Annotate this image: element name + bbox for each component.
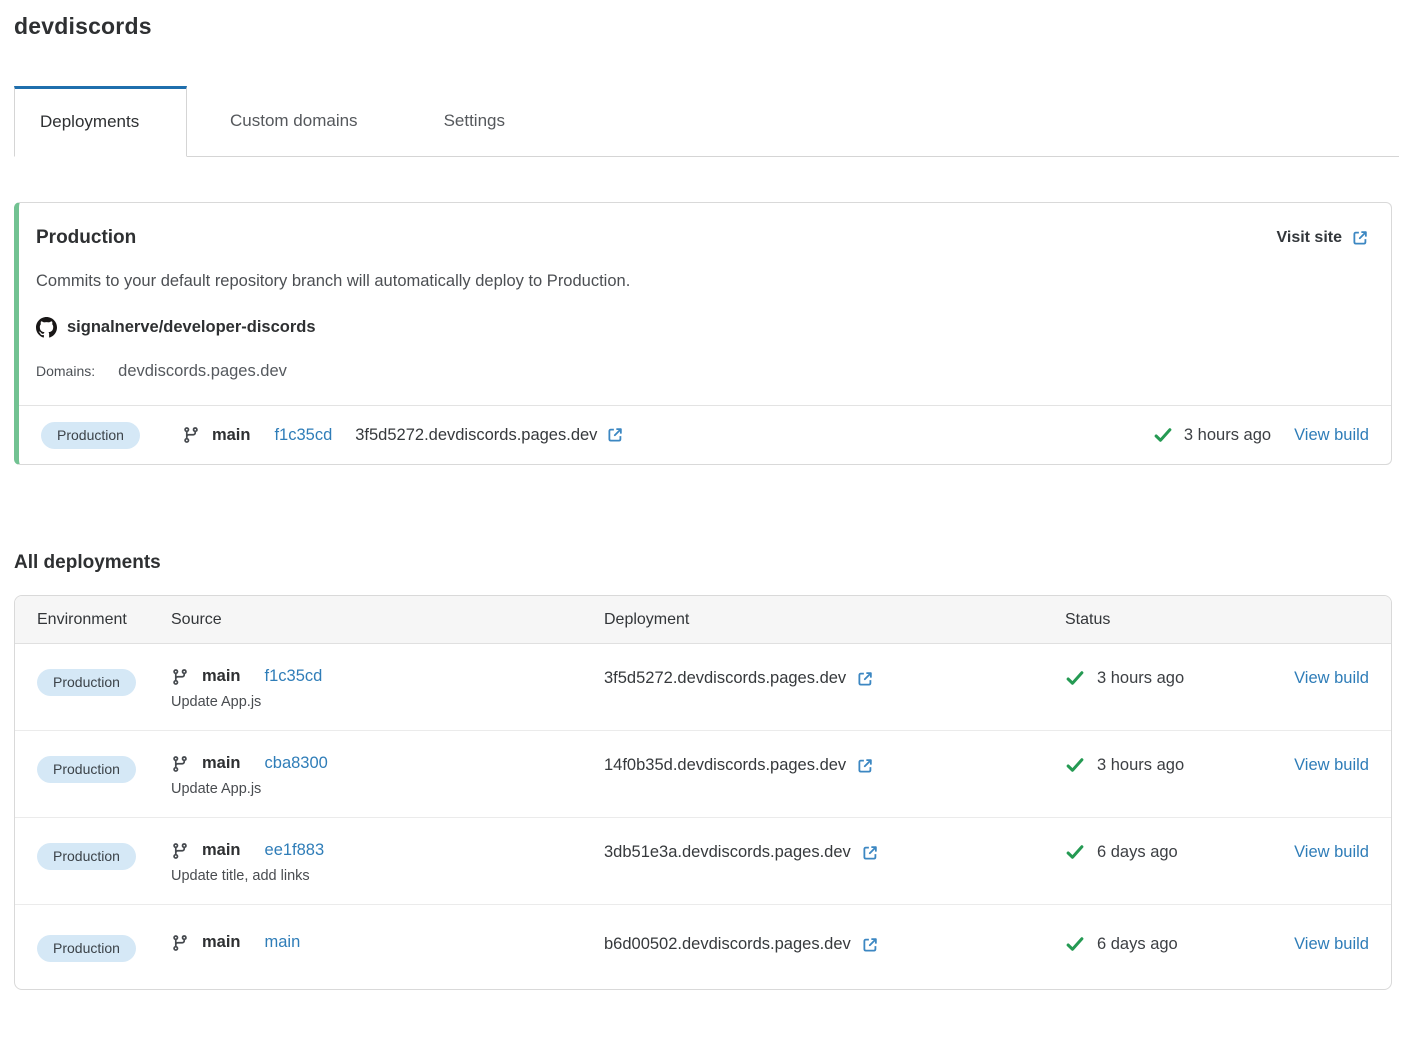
view-build-link[interactable]: View build [1294, 669, 1369, 687]
view-build-link[interactable]: View build [1294, 843, 1369, 861]
check-icon [1065, 934, 1085, 954]
view-build-link[interactable]: View build [1294, 756, 1369, 774]
production-deployment-row: Production main f1c35cd 3f5d5272.devdisc… [19, 405, 1391, 464]
check-icon [1065, 668, 1085, 688]
source-cell: main cba8300 Update App.js [171, 754, 604, 797]
git-branch-icon [171, 668, 189, 686]
deployments-table: Environment Source Deployment Status Pro… [14, 595, 1392, 990]
commit-link[interactable]: f1c35cd [265, 667, 323, 686]
commit-message: Update App.js [171, 781, 604, 797]
domains-label: Domains: [36, 363, 95, 379]
external-link-icon[interactable] [856, 670, 874, 688]
environment-badge: Production [37, 756, 136, 783]
column-header-deployment: Deployment [604, 611, 1065, 629]
status-cell: 3 hours ago [1065, 754, 1284, 775]
production-card: Production Visit site Commits to your de… [14, 202, 1392, 465]
table-row: Production main ee1f883 Update title, ad… [15, 818, 1391, 905]
page-title: devdiscords [14, 13, 1399, 40]
action-cell: View build [1284, 841, 1369, 862]
commit-message: Update App.js [171, 694, 604, 710]
tab-custom-domains[interactable]: Custom domains [187, 86, 401, 156]
external-link-icon[interactable] [861, 936, 879, 954]
deployment-url: b6d00502.devdiscords.pages.dev [604, 935, 851, 954]
external-link-icon [1351, 229, 1369, 247]
status-time: 6 days ago [1097, 935, 1178, 954]
repo-name: signalnerve/developer-discords [67, 318, 316, 337]
commit-link[interactable]: cba8300 [265, 754, 328, 773]
check-icon [1153, 425, 1173, 445]
branch-name: main [202, 841, 241, 860]
column-header-environment: Environment [37, 611, 171, 629]
visit-site-label: Visit site [1276, 229, 1342, 247]
branch-name: main [202, 754, 241, 773]
deployment-url: 14f0b35d.devdiscords.pages.dev [604, 756, 846, 775]
action-cell: View build [1284, 667, 1369, 688]
branch-name: main [202, 933, 241, 952]
visit-site-link[interactable]: Visit site [1276, 229, 1369, 247]
commit-link[interactable]: main [265, 933, 301, 952]
status-cell: 6 days ago [1065, 933, 1284, 954]
deployment-cell: b6d00502.devdiscords.pages.dev [604, 933, 1065, 954]
production-card-title: Production [36, 227, 136, 249]
table-row: Production main cba8300 Update App.js 14… [15, 731, 1391, 818]
source-cell: main ee1f883 Update title, add links [171, 841, 604, 884]
deployment-url: 3f5d5272.devdiscords.pages.dev [355, 426, 597, 445]
view-build-link[interactable]: View build [1294, 935, 1369, 953]
deployment-url: 3db51e3a.devdiscords.pages.dev [604, 843, 851, 862]
tab-deployments[interactable]: Deployments [14, 86, 187, 157]
status-time: 3 hours ago [1097, 756, 1184, 775]
table-header: Environment Source Deployment Status [15, 596, 1391, 644]
production-description: Commits to your default repository branc… [36, 272, 1369, 291]
deployment-cell: 14f0b35d.devdiscords.pages.dev [604, 754, 1065, 775]
git-branch-icon [182, 426, 200, 444]
external-link-icon[interactable] [606, 426, 624, 444]
status-cell: 6 days ago [1065, 841, 1284, 862]
domains-value: devdiscords.pages.dev [118, 362, 287, 381]
environment-cell: Production [37, 667, 171, 696]
environment-cell: Production [37, 754, 171, 783]
branch-name: main [202, 667, 241, 686]
check-icon [1065, 842, 1085, 862]
deployment-cell: 3f5d5272.devdiscords.pages.dev [604, 667, 1065, 688]
table-row: Production main main b6d00502.devdiscord… [15, 905, 1391, 989]
environment-badge: Production [37, 669, 136, 696]
environment-cell: Production [37, 933, 171, 962]
deployments-table-body: Production main f1c35cd Update App.js 3f… [15, 644, 1391, 989]
environment-badge: Production [37, 843, 136, 870]
table-row: Production main f1c35cd Update App.js 3f… [15, 644, 1391, 731]
action-cell: View build [1284, 933, 1369, 954]
view-build-link[interactable]: View build [1294, 426, 1369, 445]
commit-message: Update title, add links [171, 868, 604, 884]
environment-badge: Production [37, 935, 136, 962]
tab-settings[interactable]: Settings [401, 86, 548, 156]
deployment-cell: 3db51e3a.devdiscords.pages.dev [604, 841, 1065, 862]
commit-link[interactable]: ee1f883 [265, 841, 325, 860]
pages-project-page: devdiscords Deployments Custom domains S… [0, 0, 1413, 990]
action-cell: View build [1284, 754, 1369, 775]
check-icon [1065, 755, 1085, 775]
status-time: 3 hours ago [1184, 426, 1271, 445]
branch-name: main [212, 426, 251, 445]
github-icon [36, 317, 57, 338]
environment-badge: Production [41, 422, 140, 449]
commit-link[interactable]: f1c35cd [274, 426, 332, 445]
source-cell: main main [171, 933, 604, 952]
column-header-status: Status [1065, 611, 1284, 629]
column-header-source: Source [171, 611, 604, 629]
deployment-url: 3f5d5272.devdiscords.pages.dev [604, 669, 846, 688]
environment-cell: Production [37, 841, 171, 870]
external-link-icon[interactable] [856, 757, 874, 775]
git-branch-icon [171, 934, 189, 952]
status-cell: 3 hours ago [1065, 667, 1284, 688]
source-cell: main f1c35cd Update App.js [171, 667, 604, 710]
git-branch-icon [171, 755, 189, 773]
status-time: 6 days ago [1097, 843, 1178, 862]
git-branch-icon [171, 842, 189, 860]
tabbar: Deployments Custom domains Settings [14, 86, 1399, 157]
all-deployments-title: All deployments [14, 552, 1399, 574]
external-link-icon[interactable] [861, 844, 879, 862]
status-time: 3 hours ago [1097, 669, 1184, 688]
